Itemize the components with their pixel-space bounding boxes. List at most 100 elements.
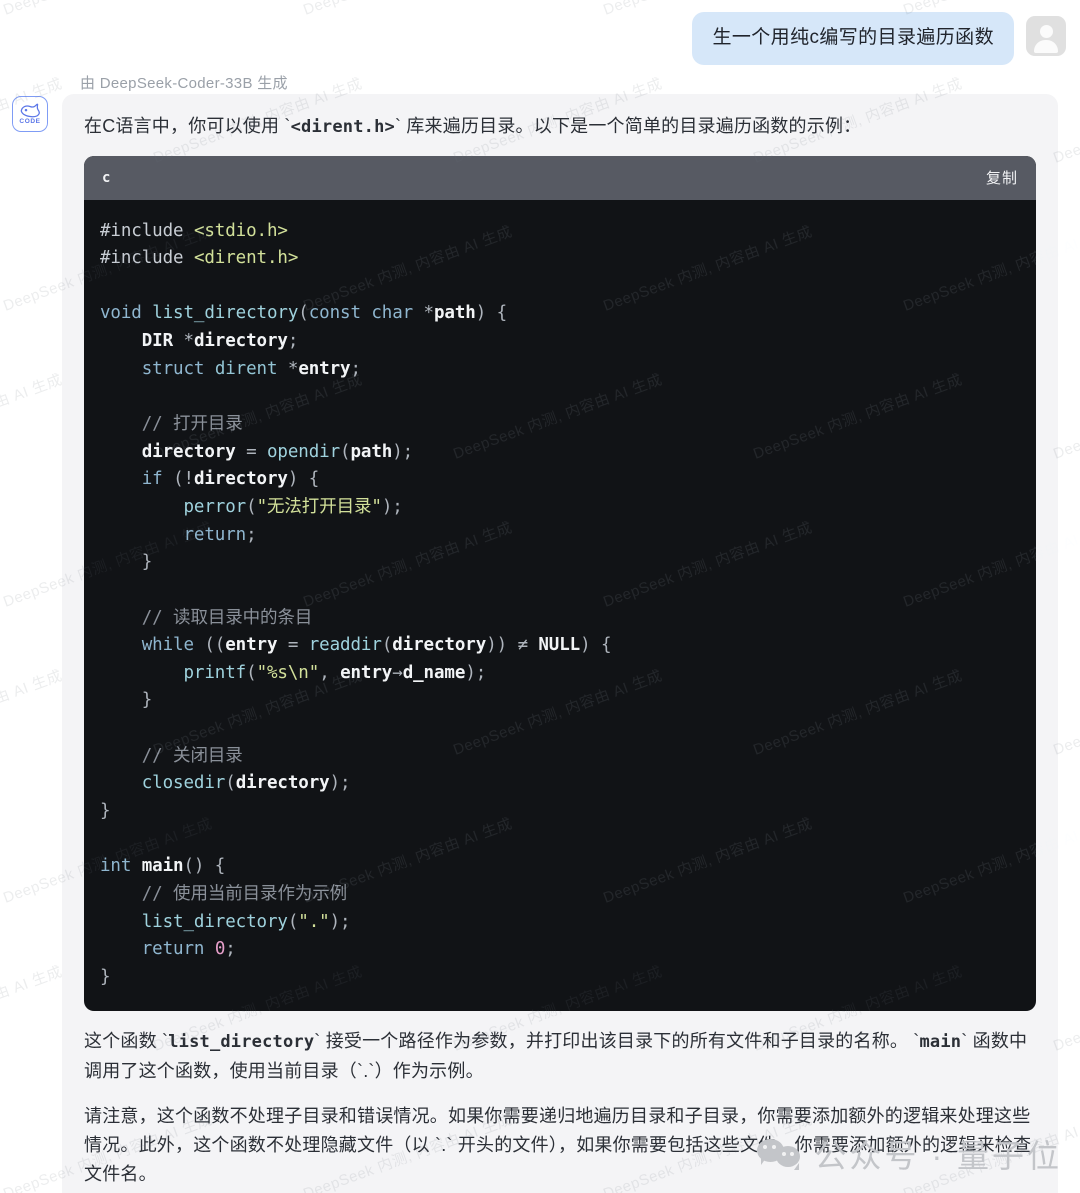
code-token: opendir	[266, 441, 341, 462]
explanation-paragraph-1: 这个函数 `list_directory` 接受一个路径作为参数，并打印出该目录…	[84, 1027, 1036, 1086]
code-token: d_name	[402, 662, 466, 683]
intro-text: 在C语言中，你可以使用 `<dirent.h>` 库来遍历目录。以下是一个简单的…	[84, 112, 1036, 142]
deepseek-whale-code-icon: CODE	[12, 96, 48, 132]
code-token: (	[287, 911, 299, 932]
code-token: );	[329, 773, 351, 794]
para1-part2: ` 接受一个路径作为参数，并打印出该目录下的所有文件和子目录的名称。 `	[314, 1031, 920, 1052]
code-token: (	[246, 496, 257, 517]
code-token: printf	[183, 662, 247, 683]
code-token: ) {	[287, 469, 320, 490]
code-token: #include	[100, 220, 194, 241]
code-token: entry	[298, 358, 351, 379]
code-token: (	[340, 441, 351, 462]
intro-after: ` 库来遍历目录。以下是一个简单的目录遍历函数的示例：	[394, 116, 862, 136]
code-token: ) {	[580, 635, 612, 656]
code-token: );	[392, 441, 414, 462]
code-token: return	[183, 524, 247, 545]
code-block-body: #include <stdio.h> #include <dirent.h> v…	[84, 200, 1036, 1012]
code-token: main	[141, 856, 184, 877]
code-token: DIR	[141, 331, 184, 352]
code-token: int	[100, 856, 142, 877]
code-token: list_directory	[152, 303, 299, 324]
copy-code-button[interactable]: 复制	[986, 167, 1018, 188]
code-token: entry	[225, 635, 288, 656]
code-token: <stdio.h>	[193, 220, 288, 241]
code-token: (	[225, 773, 236, 794]
avatar-body	[1034, 40, 1058, 53]
code-token: ;	[246, 524, 257, 545]
code-token: void	[100, 303, 153, 324]
code-token: =	[287, 635, 309, 656]
code-token: closedir	[141, 773, 226, 794]
code-token: (	[381, 635, 393, 656]
assistant-message-row: CODE 在C语言中，你可以使用 `<dirent.h>` 库来遍历目录。以下是…	[12, 94, 1058, 1193]
code-token: );	[465, 662, 487, 683]
code-token: ((	[204, 635, 226, 656]
model-generation-label: 由 DeepSeek-Coder-33B 生成	[80, 75, 288, 92]
code-token: () {	[183, 856, 226, 877]
code-token: ,	[319, 662, 341, 683]
code-language-label: c	[102, 169, 111, 186]
code-token: }	[100, 690, 153, 711]
watermark-text: DeepSeek 内测, 内容由 AI 生成	[0, 0, 215, 20]
code-token: );	[329, 911, 351, 932]
code-content[interactable]: #include <stdio.h> #include <dirent.h> v…	[100, 218, 1020, 992]
code-token: 0	[214, 939, 226, 960]
assistant-message-bubble: 在C语言中，你可以使用 `<dirent.h>` 库来遍历目录。以下是一个简单的…	[62, 94, 1058, 1193]
code-token: directory	[193, 469, 288, 490]
code-token: return	[141, 939, 215, 960]
code-token: "%s\n"	[256, 662, 320, 683]
code-token: #include	[100, 248, 194, 269]
code-token: (	[298, 303, 309, 324]
code-token: perror	[183, 496, 247, 517]
watermark-text: DeepSeek 内测, 内容由 AI 生成	[300, 0, 515, 20]
code-token: *	[183, 331, 195, 352]
code-token: ;	[287, 331, 299, 352]
intro-before: 在C语言中，你可以使用 `	[84, 116, 291, 136]
code-token: }	[100, 800, 111, 821]
code-token: );	[381, 496, 403, 517]
code-token: struct	[141, 358, 215, 379]
code-token: path	[433, 303, 476, 324]
whale-glyph	[20, 103, 40, 118]
code-token: }	[100, 966, 111, 987]
para1-code2: main	[919, 1032, 962, 1053]
code-token: =	[246, 441, 267, 462]
code-token: ;	[225, 939, 236, 960]
code-token: directory	[141, 441, 247, 462]
code-token: }	[100, 552, 153, 573]
person-icon	[1026, 16, 1066, 56]
intro-inline-code: <dirent.h>	[290, 117, 395, 137]
code-token: // 打开目录	[100, 414, 243, 435]
code-token: NULL	[538, 635, 581, 656]
code-token: if	[141, 469, 174, 490]
code-token: "无法打开目录"	[256, 496, 382, 517]
code-token: list_directory	[141, 911, 288, 932]
code-token: ;	[350, 358, 362, 379]
explanation-paragraph-2: 请注意，这个函数不处理子目录和错误情况。如果你需要递归地遍历目录和子目录，你需要…	[84, 1106, 1032, 1185]
code-token: *	[287, 358, 299, 379]
code-token: // 读取目录中的条目	[100, 607, 313, 628]
code-block: c 复制 #include <stdio.h> #include <dirent…	[84, 155, 1036, 1012]
code-token: "."	[298, 911, 330, 932]
code-token: *	[423, 303, 435, 324]
user-message-row: 生一个用纯c编写的目录遍历函数	[692, 12, 1066, 65]
code-token: entry	[340, 662, 393, 683]
code-token: directory	[392, 635, 487, 656]
code-token: // 使用当前目录作为示例	[100, 883, 348, 904]
code-badge-label: CODE	[19, 118, 41, 126]
para1-part1: 这个函数 `	[84, 1031, 169, 1052]
code-token: const	[308, 303, 372, 324]
code-token: directory	[235, 773, 330, 794]
